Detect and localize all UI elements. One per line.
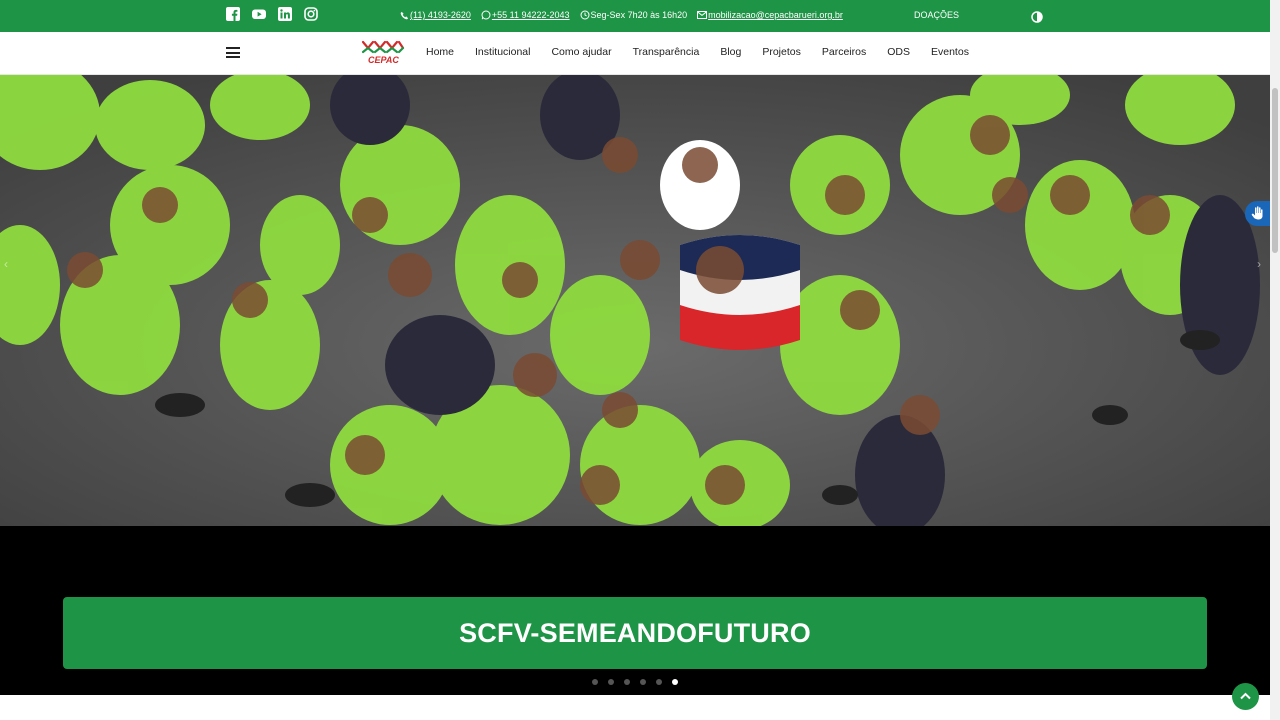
nav-item-parceiros[interactable]: Parceiros bbox=[822, 46, 866, 58]
nav-item-home[interactable]: Home bbox=[426, 46, 454, 58]
back-to-top-button[interactable] bbox=[1232, 683, 1259, 710]
nav-item-institucional[interactable]: Institucional bbox=[475, 46, 530, 58]
logo-text: CEPAC bbox=[368, 55, 399, 65]
hours-text: Seg-Sex 7h20 às 16h20 bbox=[590, 10, 688, 20]
contrast-toggle-icon[interactable] bbox=[1031, 10, 1043, 23]
slider-next-icon[interactable]: › bbox=[1257, 257, 1261, 271]
scrollbar-thumb[interactable] bbox=[1272, 88, 1278, 253]
nav-item-ods[interactable]: ODS bbox=[887, 46, 910, 58]
email-link[interactable]: mobilizacao@cepacbarueri.org.br bbox=[697, 10, 843, 20]
mail-icon bbox=[697, 11, 708, 19]
nav-menu: Home Institucional Como ajudar Transparê… bbox=[426, 46, 990, 58]
top-bar: (11) 4193-2620 +55 11 94222-2043 Seg-Sex… bbox=[0, 0, 1270, 32]
hero-slide-image: ‹ › bbox=[0, 75, 1270, 526]
hours-info: Seg-Sex 7h20 às 16h20 bbox=[580, 10, 688, 20]
whatsapp-link[interactable]: +55 11 94222-2043 bbox=[481, 10, 570, 20]
main-nav: CEPAC Home Institucional Como ajudar Tra… bbox=[0, 32, 1270, 75]
nav-item-transparencia[interactable]: Transparência bbox=[633, 46, 700, 58]
slider-prev-icon[interactable]: ‹ bbox=[4, 257, 8, 271]
phone-link[interactable]: (11) 4193-2620 bbox=[400, 10, 471, 20]
nav-item-projetos[interactable]: Projetos bbox=[762, 46, 801, 58]
nav-item-como-ajudar[interactable]: Como ajudar bbox=[551, 46, 611, 58]
accessibility-hand-icon[interactable] bbox=[1245, 201, 1270, 226]
slider-dot-2[interactable] bbox=[608, 679, 614, 685]
nav-item-blog[interactable]: Blog bbox=[720, 46, 741, 58]
clock-icon bbox=[580, 10, 590, 20]
slider-dot-6[interactable] bbox=[672, 679, 678, 685]
nav-item-eventos[interactable]: Eventos bbox=[931, 46, 969, 58]
page-scrollbar[interactable] bbox=[1270, 0, 1280, 720]
slider-dot-1[interactable] bbox=[592, 679, 598, 685]
email-text[interactable]: mobilizacao@cepacbarueri.org.br bbox=[708, 10, 843, 20]
hamburger-menu-icon[interactable] bbox=[226, 47, 240, 58]
whatsapp-icon bbox=[481, 10, 491, 20]
donate-link[interactable]: DOAÇÕES bbox=[914, 10, 959, 20]
whatsapp-text[interactable]: +55 11 94222-2043 bbox=[492, 10, 570, 20]
linkedin-icon[interactable] bbox=[278, 7, 292, 21]
instagram-icon[interactable] bbox=[304, 7, 318, 21]
slider-dot-4[interactable] bbox=[640, 679, 646, 685]
slider-dot-5[interactable] bbox=[656, 679, 662, 685]
youtube-icon[interactable] bbox=[252, 7, 266, 21]
facebook-icon[interactable] bbox=[226, 7, 240, 21]
slider-dots bbox=[592, 679, 678, 685]
contact-info: (11) 4193-2620 +55 11 94222-2043 Seg-Sex… bbox=[400, 10, 853, 20]
slide-caption[interactable]: SCFV-SEMEANDOFUTURO bbox=[63, 597, 1207, 669]
phone-text[interactable]: (11) 4193-2620 bbox=[410, 10, 471, 20]
slider-dot-3[interactable] bbox=[624, 679, 630, 685]
phone-icon bbox=[400, 11, 409, 19]
social-links bbox=[226, 7, 318, 21]
